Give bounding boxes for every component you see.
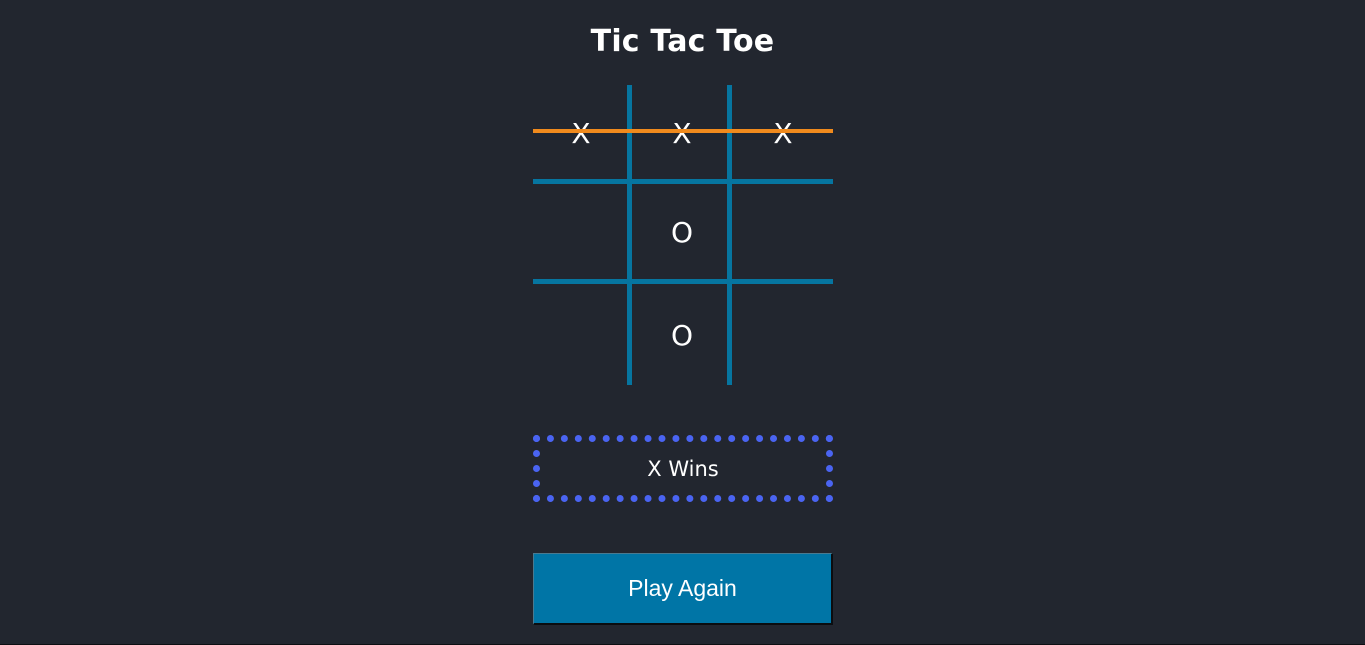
cell-6[interactable] [533,287,629,383]
game-board: X X X O O [533,85,833,385]
cell-1[interactable]: X [634,85,730,181]
cell-4[interactable]: O [634,184,730,280]
status-box: X Wins [533,435,833,502]
cell-2[interactable]: X [735,85,831,181]
page-title: Tic Tac Toe [590,24,775,59]
play-again-button[interactable]: Play Again [533,553,833,625]
grid-line-vertical-2 [727,85,732,385]
cell-8[interactable] [735,287,831,383]
status-text: X Wins [647,456,719,481]
cell-7[interactable]: O [634,287,730,383]
grid-line-horizontal-1 [533,179,833,184]
cell-0[interactable]: X [533,85,629,181]
grid-line-vertical-1 [627,85,632,385]
game-page: Tic Tac Toe X X X O O X Wins Play Again [0,0,1365,645]
grid-line-horizontal-2 [533,279,833,284]
cell-3[interactable] [533,184,629,280]
cell-5[interactable] [735,184,831,280]
